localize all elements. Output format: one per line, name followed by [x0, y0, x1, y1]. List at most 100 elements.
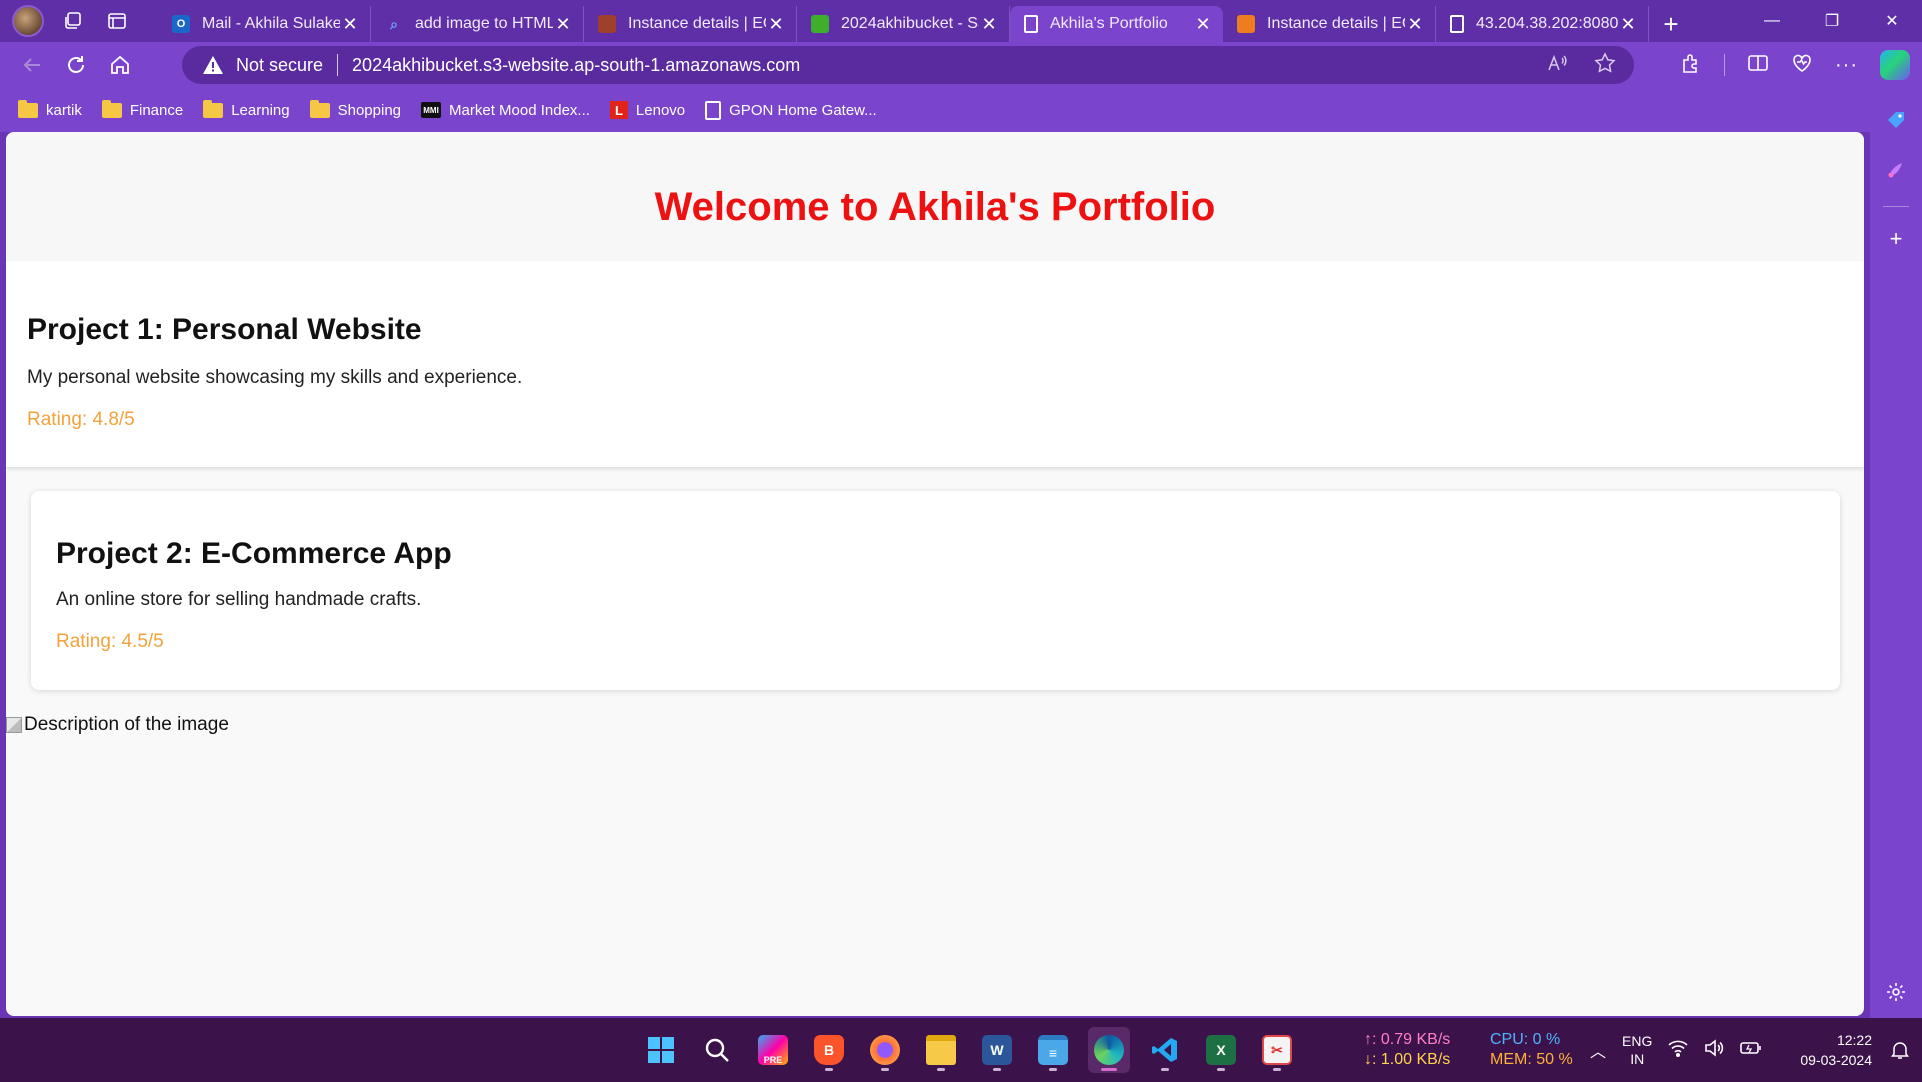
- home-button[interactable]: [98, 45, 142, 85]
- navigation-bar: Not secure 2024akhibucket.s3-website.ap-…: [0, 42, 1922, 88]
- shopping-tag-icon[interactable]: [1878, 102, 1914, 138]
- bookmark-label: Lenovo: [635, 101, 686, 119]
- chevron-up-icon[interactable]: ︿: [1590, 1038, 1606, 1062]
- bookmark-learning[interactable]: Learning: [203, 99, 290, 119]
- bookmark-label: Shopping: [337, 101, 402, 119]
- tab-ip[interactable]: 43.204.38.202:8080 ✕: [1436, 6, 1649, 42]
- network-speed: ↑: 0.79 KB/s ↓: 1.00 KB/s: [1364, 1030, 1450, 1070]
- tab-search[interactable]: ⌕ add image to HTML ✕: [371, 6, 584, 42]
- minimize-button[interactable]: —: [1742, 0, 1802, 42]
- language-indicator[interactable]: ENG IN: [1622, 1032, 1652, 1068]
- clock-time: 12:22: [1836, 1032, 1872, 1048]
- bookmark-gpon[interactable]: GPON Home Gatew...: [705, 100, 877, 120]
- more-menu-icon[interactable]: ···: [1835, 54, 1858, 77]
- tab-title: Instance details | EC: [628, 15, 766, 32]
- close-icon[interactable]: ✕: [979, 14, 999, 35]
- project-description: My personal website showcasing my skills…: [27, 367, 523, 388]
- tab-title: add image to HTML: [415, 15, 553, 32]
- snipping-tool-icon[interactable]: ✂: [1256, 1027, 1298, 1073]
- project-card-2: Project 2: E-Commerce App An online stor…: [31, 491, 1840, 690]
- tab-title: 43.204.38.202:8080: [1476, 15, 1618, 32]
- excel-icon[interactable]: X: [1200, 1027, 1242, 1073]
- mmi-icon: MMI: [421, 102, 442, 118]
- tab-portfolio[interactable]: Akhila's Portfolio ✕: [1010, 6, 1223, 42]
- extensions-icon[interactable]: [1680, 52, 1702, 79]
- windows-start-icon[interactable]: [640, 1027, 682, 1073]
- favorite-star-icon[interactable]: [1594, 51, 1616, 79]
- workspaces-icon[interactable]: [58, 6, 88, 36]
- tab-ec2-2[interactable]: Instance details | EC ✕: [1223, 6, 1436, 42]
- system-clock[interactable]: 12:22 09-03-2024: [1800, 1030, 1872, 1070]
- sidebar-settings-icon[interactable]: [1878, 974, 1914, 1010]
- bookmark-label: Market Mood Index...: [449, 101, 590, 119]
- page-title: Welcome to Akhila's Portfolio: [654, 185, 1216, 229]
- restore-button[interactable]: ❐: [1802, 0, 1862, 42]
- battery-icon[interactable]: [1740, 1040, 1762, 1061]
- project-card-1: Project 1: Personal Website My personal …: [6, 261, 1864, 467]
- bookmark-label: Finance: [129, 101, 184, 119]
- tab-s3[interactable]: 2024akhibucket - S3 ✕: [797, 6, 1010, 42]
- tab-actions-icon[interactable]: [102, 6, 132, 36]
- warning-icon[interactable]: [202, 54, 224, 76]
- vscode-icon[interactable]: [1144, 1027, 1186, 1073]
- outlook-icon: O: [172, 15, 190, 33]
- browser-essentials-icon[interactable]: [1791, 52, 1813, 79]
- designer-icon[interactable]: [1878, 152, 1914, 188]
- close-icon[interactable]: ✕: [766, 14, 786, 35]
- aws-s3-icon: [811, 15, 829, 33]
- aws-ec2-icon: [598, 15, 616, 33]
- bookmark-label: kartik: [46, 101, 82, 119]
- security-label[interactable]: Not secure: [236, 55, 323, 76]
- project-rating: Rating: 4.5/5: [56, 631, 164, 652]
- memory-usage: MEM: 50 %: [1490, 1051, 1573, 1068]
- lenovo-icon: L: [609, 101, 628, 119]
- copilot-pre-icon[interactable]: PRE: [752, 1027, 794, 1073]
- notification-icon[interactable]: [1890, 1040, 1910, 1060]
- window-close-button[interactable]: ✕: [1862, 0, 1922, 42]
- url-text[interactable]: 2024akhibucket.s3-website.ap-south-1.ama…: [352, 55, 800, 76]
- refresh-button[interactable]: [54, 45, 98, 85]
- image-alt-text: Description of the image: [24, 714, 229, 735]
- notepad-icon[interactable]: ≡: [1032, 1027, 1074, 1073]
- word-icon[interactable]: W: [976, 1027, 1018, 1073]
- tab-title: Mail - Akhila Sulake: [202, 15, 340, 32]
- tab-mail[interactable]: O Mail - Akhila Sulake ✕: [158, 6, 371, 42]
- copilot-icon[interactable]: [1880, 50, 1910, 80]
- bookmark-finance[interactable]: Finance: [101, 99, 184, 119]
- close-icon[interactable]: ✕: [1618, 14, 1638, 35]
- tab-ec2-1[interactable]: Instance details | EC ✕: [584, 6, 797, 42]
- bookmark-lenovo[interactable]: L Lenovo: [609, 101, 686, 119]
- close-icon[interactable]: ✕: [340, 14, 360, 35]
- broken-image-icon: [6, 717, 22, 733]
- close-icon[interactable]: ✕: [1405, 14, 1425, 35]
- volume-icon[interactable]: [1704, 1038, 1724, 1062]
- file-explorer-icon[interactable]: [920, 1027, 962, 1073]
- add-sidebar-app-icon[interactable]: +: [1878, 221, 1914, 257]
- download-speed: ↓: 1.00 KB/s: [1364, 1051, 1451, 1068]
- project-rating: Rating: 4.8/5: [27, 409, 135, 430]
- sidebar-divider: [1883, 206, 1909, 207]
- bookmark-kartik[interactable]: kartik: [18, 99, 82, 119]
- system-stats: CPU: 0 % MEM: 50 %: [1490, 1030, 1573, 1070]
- page-icon: [705, 100, 722, 120]
- bookmark-shopping[interactable]: Shopping: [309, 99, 402, 119]
- close-icon[interactable]: ✕: [553, 14, 573, 35]
- split-screen-icon[interactable]: [1747, 52, 1769, 79]
- language-code: ENG: [1622, 1033, 1653, 1049]
- windows-taskbar: PRE B W ≡ X ✂ ↑: 0.79 KB/s ↓: 1.00 KB/s …: [0, 1018, 1922, 1082]
- edge-icon[interactable]: [1088, 1027, 1130, 1073]
- close-icon[interactable]: ✕: [1193, 14, 1213, 35]
- address-bar[interactable]: Not secure 2024akhibucket.s3-website.ap-…: [182, 46, 1634, 84]
- folder-icon: [203, 99, 224, 118]
- bookmark-market-mood-index[interactable]: MMI Market Mood Index...: [421, 102, 590, 119]
- search-icon[interactable]: [696, 1027, 738, 1073]
- new-tab-button[interactable]: +: [1649, 6, 1693, 42]
- project-title: Project 2: E-Commerce App: [56, 537, 452, 570]
- read-aloud-icon[interactable]: [1546, 52, 1568, 79]
- favorites-bar: kartik Finance Learning Shopping MMI Mark…: [0, 88, 1870, 132]
- brave-icon[interactable]: B: [808, 1027, 850, 1073]
- back-button[interactable]: [10, 45, 54, 85]
- profile-avatar[interactable]: [12, 5, 44, 37]
- wifi-icon[interactable]: [1668, 1039, 1688, 1062]
- firefox-icon[interactable]: [864, 1027, 906, 1073]
